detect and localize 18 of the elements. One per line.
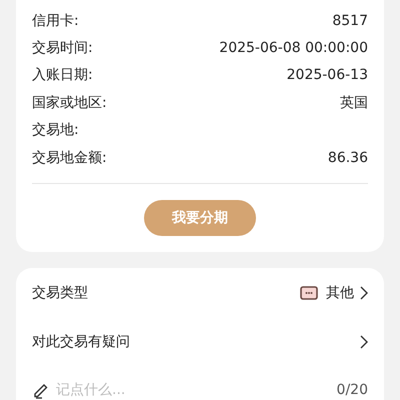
field-label: 入账日期: bbox=[32, 66, 93, 84]
chevron-icon bbox=[360, 286, 368, 300]
field-label: 交易地: bbox=[32, 121, 79, 140]
field-label: 交易地金额: bbox=[32, 148, 107, 167]
category-icon bbox=[300, 286, 318, 300]
field-value: 英国 bbox=[340, 94, 368, 112]
field-label: 国家或地区: bbox=[32, 94, 107, 112]
field-value: 2025-06-13 bbox=[286, 67, 368, 84]
note-field[interactable]: 记点什么... bbox=[56, 382, 331, 398]
chevron-icon bbox=[360, 334, 368, 349]
field-value: 8517 bbox=[332, 12, 368, 29]
character-counter: 0/20 bbox=[336, 382, 368, 398]
option-row[interactable]: 交易类型 其他 bbox=[32, 268, 368, 318]
field-value: 86.36 bbox=[328, 150, 368, 166]
option-row[interactable]: 对此交易有疑问 bbox=[32, 317, 368, 366]
field-label: 信用卡: bbox=[32, 12, 79, 30]
field-label: 交易时间: bbox=[32, 39, 93, 58]
field-value: 2025-06-08 00:00:00 bbox=[219, 40, 368, 56]
